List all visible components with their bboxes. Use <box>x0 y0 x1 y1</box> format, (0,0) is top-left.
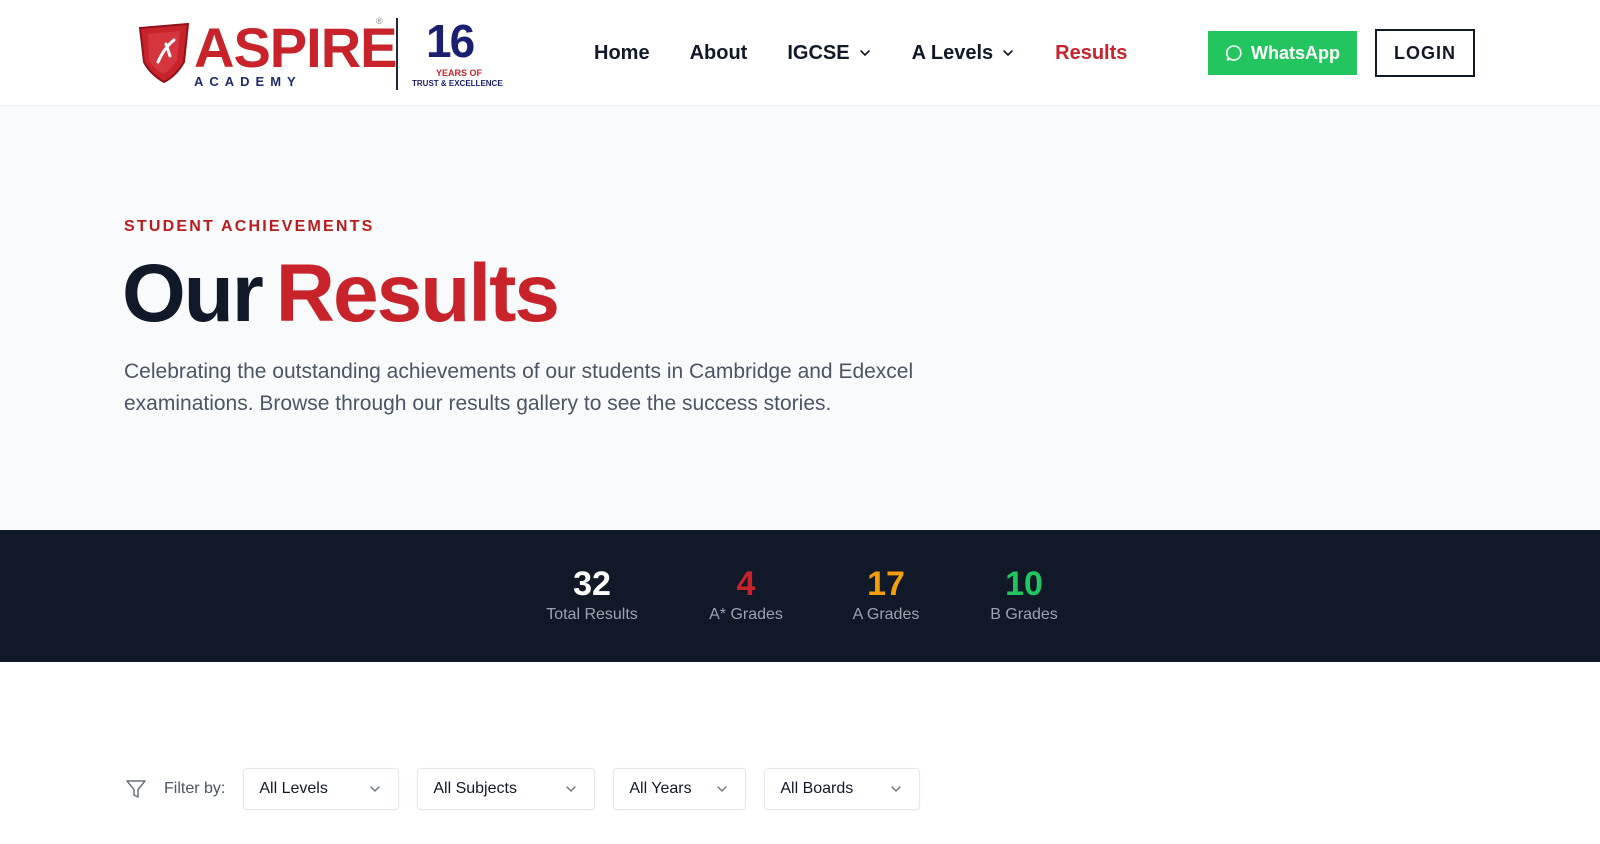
level-select[interactable]: All Levels <box>243 768 400 810</box>
trust-caption: TRUST & EXCELLENCE <box>412 79 503 88</box>
main-nav: Home About IGCSE A Levels Results <box>594 38 1167 68</box>
select-value: All Subjects <box>433 780 517 797</box>
shield-icon <box>138 22 190 84</box>
years-number: 16 <box>426 15 475 67</box>
hero-section: STUDENT ACHIEVEMENTS Our Results Celebrat… <box>0 106 1600 530</box>
filter-bar: Filter by: All Levels All Subjects All Y… <box>124 768 938 810</box>
section-eyebrow: STUDENT ACHIEVEMENTS <box>124 218 375 235</box>
stat-label: A Grades <box>852 606 920 623</box>
stat-total-results: 32 Total Results <box>536 566 648 624</box>
aspire-academy-logo[interactable]: ASPIRE ® ACADEMY 16 YEARS OF TRUST & EXC… <box>136 15 503 92</box>
nav-item-label: IGCSE <box>787 41 850 64</box>
stat-a-star-grades: 4 A* Grades <box>700 566 792 624</box>
nav-item-a-levels[interactable]: A Levels <box>912 42 1016 65</box>
chevron-down-icon <box>717 786 728 792</box>
chevron-down-icon <box>370 786 381 792</box>
page-title-part2: Results <box>275 248 560 339</box>
login-button[interactable]: LOGIN <box>1375 29 1475 77</box>
brand-subtitle: ACADEMY <box>194 74 302 89</box>
chevron-down-icon <box>566 786 577 792</box>
whatsapp-button[interactable]: WhatsApp <box>1208 31 1357 75</box>
subject-select[interactable]: All Subjects <box>417 768 596 810</box>
login-label: LOGIN <box>1394 42 1456 63</box>
nav-item-igcse[interactable]: IGCSE <box>787 42 871 65</box>
years-caption: YEARS OF <box>436 68 483 78</box>
whatsapp-label: WhatsApp <box>1251 42 1340 63</box>
stat-value: 17 <box>867 565 905 603</box>
stat-label: B Grades <box>990 606 1058 623</box>
nav-item-label: A Levels <box>911 41 994 64</box>
page-title: Our Results <box>122 244 560 344</box>
board-select[interactable]: All Boards <box>764 768 921 810</box>
nav-item-results[interactable]: Results <box>1055 42 1127 65</box>
logo-divider <box>396 18 398 90</box>
nav-item-label: About <box>689 41 748 64</box>
stat-b-grades: 10 B Grades <box>982 566 1066 624</box>
brand-name: ASPIRE <box>194 16 397 79</box>
nav-item-label: Results <box>1055 41 1128 64</box>
chevron-down-icon <box>859 50 870 56</box>
chevron-down-icon <box>891 786 902 792</box>
nav-item-about[interactable]: About <box>690 42 748 65</box>
hero-description: Celebrating the outstanding achievements… <box>124 360 914 415</box>
year-select[interactable]: All Years <box>613 768 747 810</box>
select-value: All Years <box>629 780 692 797</box>
page-title-part1: Our <box>122 248 264 339</box>
stat-label: A* Grades <box>709 606 783 623</box>
select-value: All Levels <box>259 780 328 797</box>
select-value: All Boards <box>780 780 854 797</box>
stat-value: 4 <box>736 565 756 603</box>
whatsapp-icon <box>1225 45 1242 61</box>
filter-label: Filter by: <box>164 780 226 797</box>
stat-label: Total Results <box>546 606 638 623</box>
stat-value: 32 <box>573 565 611 603</box>
registered-mark: ® <box>376 16 383 26</box>
stats-bar: 32 Total Results 4 A* Grades 17 A Grades… <box>0 530 1600 662</box>
nav-item-home[interactable]: Home <box>594 42 650 65</box>
chevron-down-icon <box>1003 50 1013 56</box>
site-header: ASPIRE ® ACADEMY 16 YEARS OF TRUST & EXC… <box>0 0 1600 106</box>
nav-item-label: Home <box>594 41 650 64</box>
stat-value: 10 <box>1005 565 1043 603</box>
filter-icon <box>126 780 146 798</box>
stat-a-grades: 17 A Grades <box>846 566 926 624</box>
